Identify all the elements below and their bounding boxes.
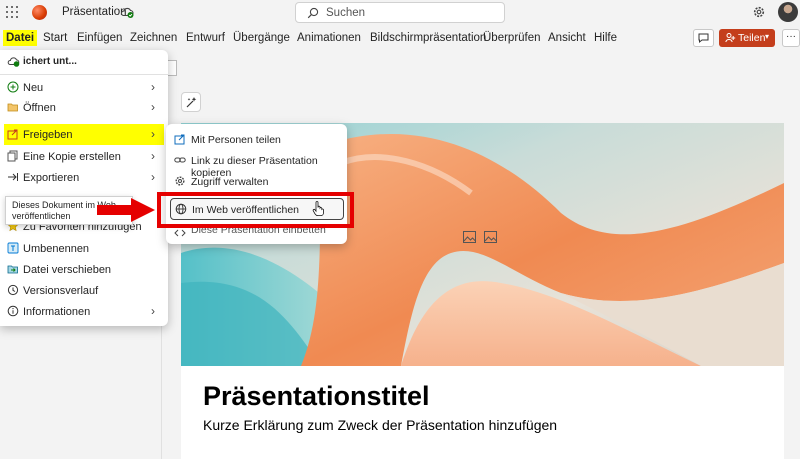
submenu-item-zugriff-verwalten[interactable]: Zugriff verwalten	[166, 171, 347, 192]
tab-datei[interactable]: Datei	[3, 30, 38, 46]
submenu-item-mit-personen-teilen[interactable]: Mit Personen teilen	[166, 129, 347, 150]
share-button[interactable]: Teilen ▾	[719, 29, 775, 47]
avatar[interactable]	[778, 2, 798, 22]
submenu-label: Mit Personen teilen	[191, 134, 281, 146]
file-menu-item-informationen[interactable]: Informationen ›	[0, 301, 168, 322]
chevron-right-icon: ›	[151, 100, 155, 114]
title-bar: Präsentation Suchen	[0, 0, 800, 26]
hand-cursor-icon	[312, 201, 324, 216]
cloud-saved-icon	[120, 7, 134, 18]
plus-circle-icon	[7, 81, 19, 93]
file-menu-label: Eine Kopie erstellen	[23, 151, 121, 163]
file-menu-label: Freigeben	[23, 129, 73, 141]
slide-title[interactable]: Präsentationstitel	[203, 381, 430, 412]
tab-bildschirmpraesentation[interactable]: Bildschirmpräsentation	[370, 32, 486, 44]
slide-subtitle[interactable]: Kurze Erklärung zum Zweck der Präsentati…	[203, 417, 557, 433]
red-arrow-icon	[97, 198, 155, 222]
comment-icon	[698, 33, 709, 44]
file-menu-label: Exportieren	[23, 172, 80, 184]
file-menu: ichert unt... Neu › Öffnen › Freigeben ›…	[0, 50, 168, 326]
share-icon	[7, 129, 18, 140]
chevron-down-icon: ▾	[765, 32, 770, 41]
pane-toggle[interactable]	[168, 60, 177, 76]
gear-icon[interactable]	[752, 5, 766, 19]
divider	[0, 74, 168, 75]
tab-hilfe[interactable]: Hilfe	[594, 32, 617, 44]
document-title[interactable]: Präsentation	[62, 6, 127, 18]
file-menu-label: Informationen	[23, 306, 91, 318]
file-menu-label: Versionsverlauf	[23, 285, 99, 297]
chevron-right-icon: ›	[151, 127, 155, 141]
powerpoint-logo-icon	[32, 5, 47, 20]
file-menu-label: Öffnen	[23, 102, 56, 114]
share-people-icon	[725, 33, 736, 43]
file-menu-item-kopie-erstellen[interactable]: Eine Kopie erstellen ›	[0, 146, 168, 167]
chevron-right-icon: ›	[151, 80, 155, 94]
chevron-right-icon: ›	[151, 304, 155, 318]
file-menu-label: Neu	[23, 82, 44, 94]
file-menu-item-verschieben[interactable]: Datei verschieben	[0, 259, 168, 280]
tab-animationen[interactable]: Animationen	[297, 32, 361, 44]
designer-button[interactable]	[181, 92, 201, 112]
search-placeholder: Suchen	[326, 7, 366, 19]
info-icon	[7, 305, 19, 317]
tab-start[interactable]: Start	[43, 32, 67, 44]
comments-button[interactable]	[693, 29, 714, 47]
cloud-saved-icon	[7, 57, 20, 67]
file-menu-label: Umbenennen	[23, 243, 90, 255]
export-icon	[8, 173, 18, 181]
submenu-label: Zugriff verwalten	[191, 176, 269, 188]
file-menu-item-oeffnen[interactable]: Öffnen ›	[0, 97, 168, 118]
tab-entwurf[interactable]: Entwurf	[186, 32, 225, 44]
app-launcher-icon[interactable]	[6, 6, 18, 18]
link-icon	[174, 157, 186, 163]
tab-ueberpruefen[interactable]: Überprüfen	[483, 32, 541, 44]
image-placeholder-icon[interactable]	[463, 231, 476, 243]
tab-ansicht[interactable]: Ansicht	[548, 32, 586, 44]
file-menu-label: Datei verschieben	[23, 264, 112, 276]
submenu-item-link-kopieren[interactable]: Link zu dieser Präsentation kopieren	[166, 150, 347, 179]
file-menu-item-versionsverlauf[interactable]: Versionsverlauf	[0, 280, 168, 301]
settings-icon	[175, 176, 185, 186]
file-menu-item-neu[interactable]: Neu ›	[0, 77, 168, 98]
copy-icon	[7, 150, 18, 162]
search-box[interactable]: Suchen	[295, 2, 505, 23]
share-people-icon	[174, 134, 185, 145]
tab-einfuegen[interactable]: Einfügen	[77, 32, 122, 44]
sparkle-icon	[186, 97, 197, 108]
history-icon	[7, 284, 19, 296]
ribbon-tabs: Datei Start Einfügen Zeichnen Entwurf Üb…	[0, 28, 800, 50]
image-placeholder-icon[interactable]	[484, 231, 497, 243]
file-menu-item-umbenennen[interactable]: Umbenennen	[0, 238, 168, 259]
tab-zeichnen[interactable]: Zeichnen	[130, 32, 177, 44]
move-file-icon	[7, 265, 18, 274]
embed-icon	[174, 229, 186, 237]
more-options-button[interactable]: ···	[782, 29, 800, 47]
folder-open-icon	[7, 103, 18, 112]
chevron-right-icon: ›	[151, 149, 155, 163]
file-menu-item-freigeben[interactable]: Freigeben ›	[4, 124, 164, 145]
search-icon	[307, 7, 319, 19]
autosave-text: ichert unt...	[23, 56, 77, 67]
share-label: Teilen	[738, 32, 766, 44]
rename-icon	[7, 242, 19, 254]
file-menu-item-exportieren[interactable]: Exportieren ›	[0, 167, 168, 188]
chevron-right-icon: ›	[151, 170, 155, 184]
annotation-highlight-box	[157, 192, 354, 228]
tab-uebergaenge[interactable]: Übergänge	[233, 32, 290, 44]
